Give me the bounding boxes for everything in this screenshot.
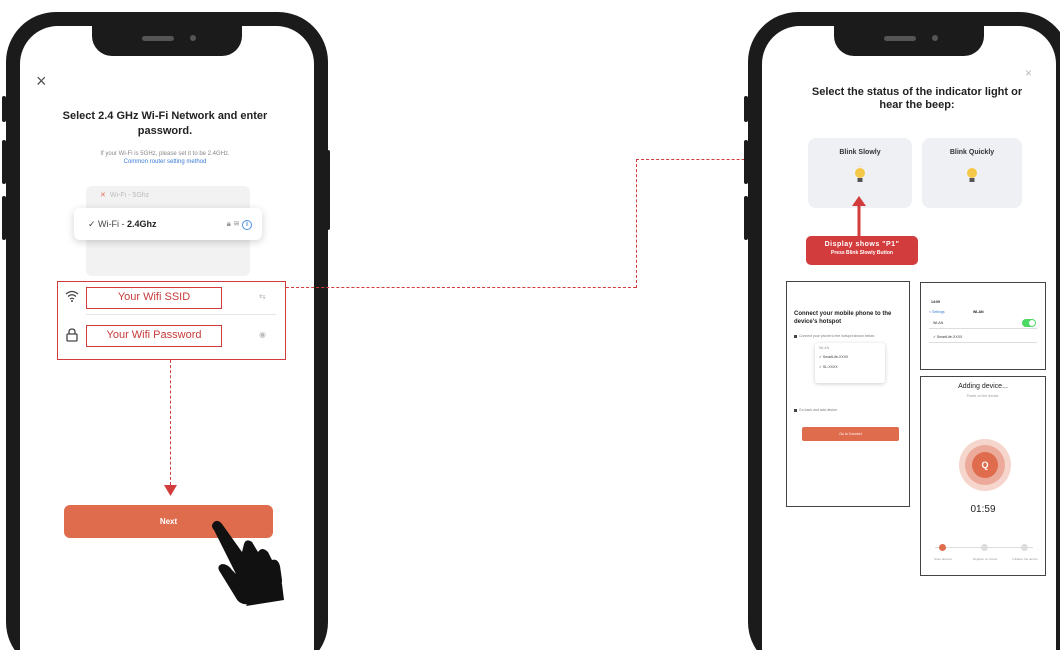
search-icon: Q [972,452,998,478]
hotspot-list-item: ✓ SL-XXXX [819,365,838,369]
hotspot-list-header: WLAN [819,346,830,350]
step-dot [1021,544,1028,551]
hotspot-wlan-list: WLAN ✓ SmartLife-XXXX ✓ SL-XXXX [815,343,885,383]
close-icon[interactable]: × [1025,67,1032,79]
wifi-icon [65,290,79,302]
divider [86,314,276,315]
wlan-network-row[interactable]: ✓ SmartLife-XXXX [929,331,1037,343]
right-phone-side-button [744,96,748,122]
adding-title: Adding device... [958,383,1008,390]
adding-device-screenshot: Adding device... Power on the device. Q … [920,376,1046,576]
left-phone-side-button [2,140,6,184]
connector-line-horizontal [286,287,636,288]
switch-network-icon[interactable]: ⇆ [259,292,266,301]
countdown-timer: 01:59 [970,504,996,515]
eye-icon[interactable]: ◉ [259,330,266,339]
cross-icon: ✕ [100,192,106,199]
step-dot [981,544,988,551]
lock-icon [66,328,78,342]
connector-line-vertical [636,159,637,288]
adding-subtitle: Power on the device. [966,394,1000,398]
network-item-2-4ghz[interactable]: ✓ Wi-Fi - 2.4Ghz 🔒︎ ≋ i [74,208,262,240]
connector-line-down [170,360,171,485]
check-icon: ✓ [88,219,99,229]
blink-quickly-label: Blink Quickly [949,149,995,156]
wlan-toggle[interactable] [1022,319,1036,327]
wifi-small-icon: ≋ [233,219,240,228]
bulb-icon [967,168,977,182]
right-phone-side-button [744,140,748,184]
settings-back-link[interactable]: < Settings [929,310,945,314]
close-icon[interactable]: × [36,72,47,90]
left-phone-side-button [2,196,6,240]
wlan-toggle-row: WLAN [929,317,1037,329]
wifi-page-subtitle: If your Wi-Fi is 5GHz, please set it to … [60,150,270,166]
hotspot-item2: SL-XXXX [822,365,838,369]
pointing-hand-icon [212,520,284,606]
blink-slowly-label: Blink Slowly [839,149,881,156]
hotspot-instruction-screenshot: Connect your mobile phone to the device'… [786,281,910,507]
step-label: Register on Cloud [972,557,997,561]
band-hint-text: If your Wi-Fi is 5GHz, please set it to … [100,151,230,157]
hotspot-step2: Go back and add device. [794,408,838,412]
right-phone-side-button [744,196,748,240]
bulb-icon [855,166,865,182]
hotspot-item1: SmartLife-XXXX [822,355,849,359]
display-p1-badge: Display shows "P1" Press Blink Slowly Bu… [806,236,918,265]
left-phone-side-button [2,96,6,122]
network-band: 2.4Ghz [127,219,157,229]
badge-line1: Display shows "P1" [824,241,900,248]
step-label: Initialize the device [1012,557,1038,561]
left-notch [92,24,242,56]
info-icon[interactable]: i [242,220,252,230]
hotspot-step1: Connect your phone to the hotspot shown … [794,334,875,338]
password-input[interactable]: Your Wifi Password [86,325,222,347]
lock-small-icon: 🔒︎ [226,219,231,228]
network-item-5ghz: ✕ Wi-Fi - 5Ghz [86,188,250,204]
left-phone-side-button [326,150,330,230]
wlan-settings-screenshot: 14:09 < Settings WLAN WLAN ✓ SmartLife-X… [920,282,1046,370]
wifi-page-title: Select 2.4 GHz Wi-Fi Network and enter p… [62,110,268,137]
badge-line2: Press Blink Slowly Button [831,250,893,256]
right-notch [834,24,984,56]
network-item-placeholder [86,240,250,256]
router-setting-link[interactable]: Common router setting method [124,159,207,165]
hotspot-list-item: ✓ SmartLife-XXXX [819,355,849,359]
indicator-page-title: Select the status of the indicator light… [811,86,1023,111]
network-prefix: Wi-Fi - [98,219,128,229]
hotspot-title: Connect your mobile phone to the device'… [794,311,892,325]
network-5ghz-label: Wi-Fi - 5Ghz [109,192,150,199]
arrow-down-icon [164,485,177,496]
step-dot-active [939,544,946,551]
wlan-network-name: SmartLife-XXXX [936,335,963,339]
arrow-up-icon [852,196,866,238]
network-status-icons: 🔒︎ ≋ i [227,208,252,240]
go-to-connect-button[interactable]: Go to Connect [802,427,899,441]
ssid-input[interactable]: Your Wifi SSID [86,287,222,309]
blink-quickly-option[interactable]: Blink Quickly [922,138,1022,208]
step-label: Scan devices [934,557,952,561]
settings-heading: WLAN [973,310,984,314]
status-time: 14:09 [931,300,940,304]
